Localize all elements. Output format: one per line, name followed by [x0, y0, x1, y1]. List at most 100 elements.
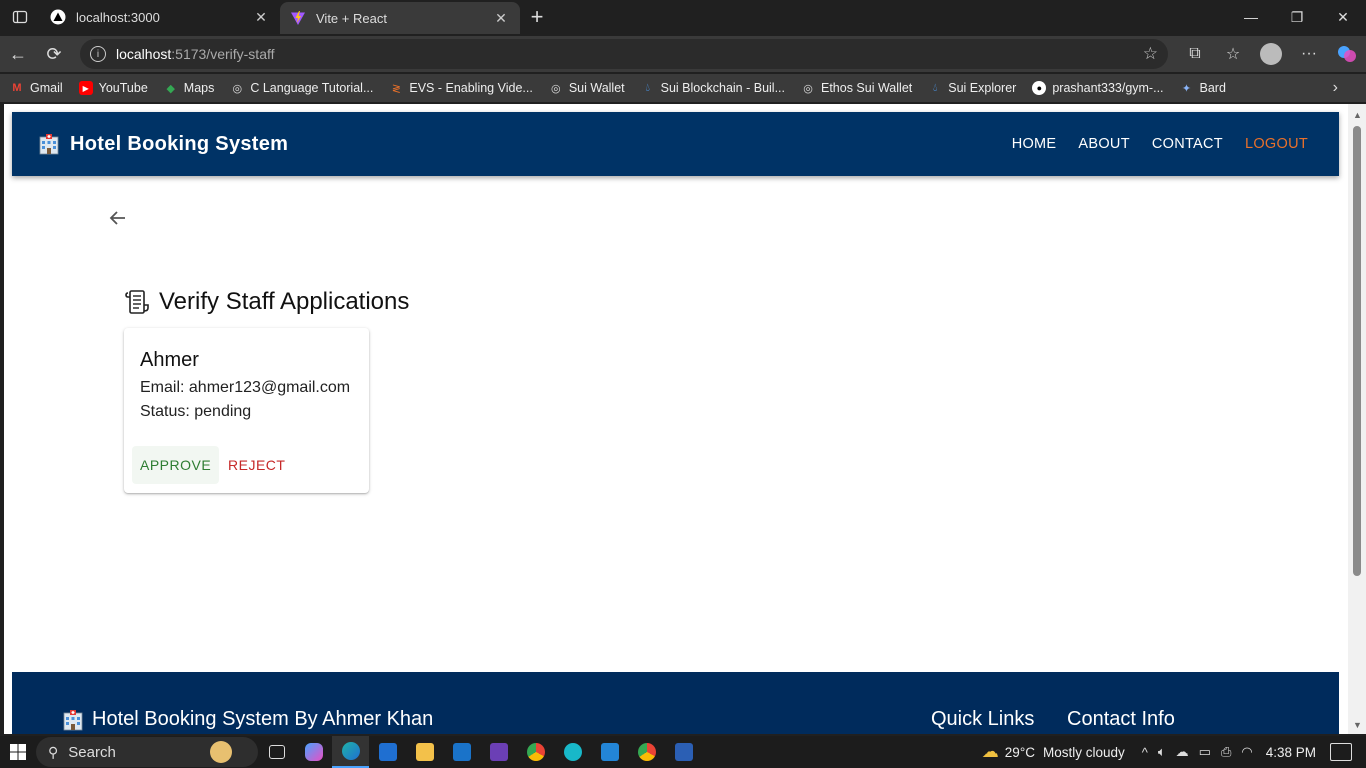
vscode-taskbar-icon[interactable] — [591, 736, 628, 768]
scrollbar-thumb[interactable] — [1353, 126, 1361, 576]
bookmark-maps[interactable]: ◆ Maps — [164, 81, 215, 95]
minimize-icon[interactable]: — — [1228, 0, 1274, 34]
wifi-icon[interactable]: ◠ — [1241, 744, 1252, 760]
favorites-icon[interactable]: ☆ — [1214, 36, 1252, 72]
approve-button[interactable]: APPROVE — [132, 446, 220, 484]
bookmark-label: EVS - Enabling Vide... — [409, 81, 533, 95]
site-info-icon[interactable]: i — [90, 46, 106, 62]
notifications-icon[interactable] — [1330, 743, 1352, 761]
tab-title: Vite + React — [316, 10, 387, 26]
bookmark-ethos-sui-wallet[interactable]: ◎ Ethos Sui Wallet — [801, 81, 912, 95]
youtube-icon: ▶ — [78, 81, 93, 95]
refresh-icon[interactable]: ⟳ — [36, 36, 72, 72]
scroll-up-icon[interactable]: ▲ — [1353, 110, 1362, 120]
bard-sparkle-icon: ✦ — [1181, 82, 1192, 95]
outlook-taskbar-icon[interactable] — [443, 736, 480, 768]
restore-icon[interactable]: ❐ — [1274, 0, 1320, 34]
back-icon[interactable]: ← — [0, 36, 36, 72]
maps-icon: ◆ — [166, 82, 176, 95]
sui-drop-icon: 💧︎ — [645, 81, 650, 94]
weather-condition[interactable]: Mostly cloudy — [1043, 745, 1125, 760]
bookmark-youtube[interactable]: ▶ YouTube — [78, 81, 148, 95]
bookmark-gmail[interactable]: M Gmail — [10, 81, 62, 95]
bookmark-label: YouTube — [98, 81, 148, 95]
store-taskbar-icon[interactable] — [369, 736, 406, 768]
task-view-icon[interactable] — [258, 736, 295, 768]
bookmark-evs[interactable]: ≷ EVS - Enabling Vide... — [389, 81, 533, 95]
weather-cloudy-icon: ☁ — [981, 742, 999, 761]
nav-about-link[interactable]: ABOUT — [1067, 128, 1140, 160]
bookmark-label: C Language Tutorial... — [250, 81, 374, 95]
bookmark-label: Bard — [1199, 81, 1226, 95]
hotel-icon — [63, 709, 83, 730]
windows-start-icon[interactable] — [0, 736, 36, 768]
taskbar-search[interactable]: ⚲ Search — [36, 737, 258, 767]
tab-actions-icon[interactable] — [0, 0, 40, 34]
page-scrollbar[interactable]: ▲ ▼ — [1348, 104, 1366, 734]
copilot-icon[interactable] — [1328, 36, 1366, 72]
applicant-status: Status: pending — [140, 403, 252, 420]
clock[interactable]: 4:38 PM — [1266, 745, 1316, 760]
new-tab-icon[interactable]: + — [520, 0, 554, 34]
bookmark-bard[interactable]: ✦ Bard — [1180, 81, 1226, 95]
nav-links: HOME ABOUT CONTACT LOGOUT — [1001, 128, 1319, 160]
applicant-name: Ahmer — [140, 349, 199, 371]
tab-localhost-3000[interactable]: localhost:3000 ✕ — [40, 0, 280, 34]
evs-icon: ≷ — [391, 82, 401, 95]
reject-button[interactable]: REJECT — [220, 446, 293, 484]
browser-toolbar: ← ⟳ i localhost:5173/verify-staff ☆ ⧉ ☆ … — [0, 36, 1366, 72]
vite-favicon-icon — [290, 10, 306, 26]
nav-logout-link[interactable]: LOGOUT — [1234, 128, 1319, 160]
chrome-profile-taskbar-icon[interactable] — [628, 736, 665, 768]
chevron-right-icon[interactable]: › — [1333, 79, 1338, 97]
bookmark-github-gym[interactable]: ● prashant333/gym-... — [1032, 81, 1164, 95]
taskbar-search-label: Search — [68, 743, 116, 761]
usb-icon[interactable]: ⎙ — [1221, 744, 1231, 760]
bookmark-label: Sui Wallet — [568, 81, 625, 95]
page-viewport: Hotel Booking System HOME ABOUT CONTACT … — [4, 104, 1348, 734]
address-bar[interactable]: i localhost:5173/verify-staff ☆ — [80, 39, 1168, 69]
scroll-icon — [125, 290, 149, 314]
speaker-icon[interactable]: 🔈︎ — [1158, 744, 1166, 760]
bookmark-sui-blockchain[interactable]: 💧︎ Sui Blockchain - Buil... — [641, 81, 785, 95]
close-window-icon[interactable]: ✕ — [1320, 0, 1366, 34]
extensions-icon[interactable]: ⧉ — [1176, 36, 1214, 72]
bookmark-label: Sui Explorer — [948, 81, 1017, 95]
tab-close-icon[interactable]: ✕ — [252, 9, 270, 26]
onedrive-cloud-icon[interactable]: ☁ — [1176, 744, 1189, 760]
chrome-taskbar-icon[interactable] — [517, 736, 554, 768]
weather-temp[interactable]: 29°C — [1005, 745, 1035, 760]
battery-icon[interactable]: ▭ — [1199, 744, 1211, 760]
hotel-icon — [39, 134, 59, 155]
globe-icon: ◎ — [232, 82, 243, 95]
nav-home-link[interactable]: HOME — [1001, 128, 1068, 160]
favorite-star-icon[interactable]: ☆ — [1143, 44, 1158, 64]
search-highlight-icon — [210, 741, 232, 763]
github-icon: ● — [1032, 81, 1047, 95]
visual-studio-icon[interactable] — [480, 736, 517, 768]
word-taskbar-icon[interactable] — [665, 736, 702, 768]
bookmark-sui-explorer[interactable]: 💧︎ Sui Explorer — [928, 81, 1016, 95]
nav-contact-link[interactable]: CONTACT — [1141, 128, 1234, 160]
canva-taskbar-icon[interactable] — [554, 736, 591, 768]
back-arrow-icon[interactable] — [108, 208, 128, 234]
tab-vite-react[interactable]: Vite + React ✕ — [280, 2, 520, 34]
scroll-down-icon[interactable]: ▼ — [1353, 720, 1362, 730]
more-menu-icon[interactable]: ··· — [1290, 36, 1328, 72]
brand[interactable]: Hotel Booking System — [38, 133, 288, 156]
url-host: localhost — [116, 46, 172, 62]
profile-avatar[interactable] — [1260, 43, 1282, 65]
edge-taskbar-icon[interactable] — [332, 736, 369, 768]
bookmark-label: prashant333/gym-... — [1052, 81, 1164, 95]
system-tray: ☁ 29°C Mostly cloudy ^ 🔈︎ ☁ ▭ ⎙ ◠ 4:38 P… — [982, 736, 1366, 768]
tab-title: localhost:3000 — [76, 9, 160, 25]
bookmark-label: Sui Blockchain - Buil... — [660, 81, 785, 95]
globe-icon: ◎ — [803, 82, 813, 95]
tab-close-icon[interactable]: ✕ — [492, 10, 510, 27]
bookmark-c-language[interactable]: ◎ C Language Tutorial... — [230, 81, 374, 95]
copilot-taskbar-icon[interactable] — [295, 736, 332, 768]
bookmark-label: Ethos Sui Wallet — [821, 81, 913, 95]
chevron-up-icon[interactable]: ^ — [1142, 745, 1148, 760]
bookmark-sui-wallet[interactable]: ◎ Sui Wallet — [549, 81, 625, 95]
file-explorer-icon[interactable] — [406, 736, 443, 768]
